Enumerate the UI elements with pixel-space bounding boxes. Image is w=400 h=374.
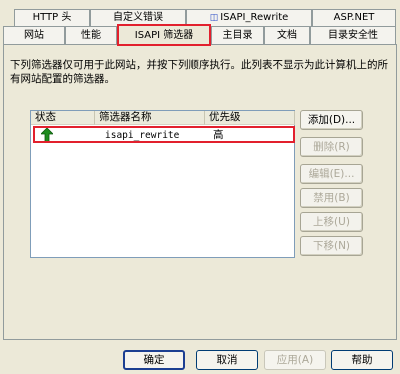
tab-label: ISAPI 筛选器: [134, 30, 194, 41]
column-priority[interactable]: 优先级: [205, 111, 295, 125]
tab-isapi-filters[interactable]: ISAPI 筛选器: [117, 24, 211, 46]
filters-list[interactable]: 状态 筛选器名称 优先级 isapi_rewrite 高: [30, 110, 295, 258]
table-row[interactable]: [33, 126, 295, 143]
move-down-button[interactable]: 下移(N): [300, 236, 363, 256]
tab-label: 自定义错误: [113, 12, 163, 23]
edit-filter-button[interactable]: 编辑(E)...: [300, 164, 363, 184]
tab-label: 文档: [277, 30, 297, 41]
list-header: 状态 筛选器名称 优先级: [31, 111, 295, 125]
tab-label: HTTP 头: [32, 12, 72, 23]
move-up-button[interactable]: 上移(U): [300, 212, 363, 232]
column-status[interactable]: 状态: [31, 111, 95, 125]
tab-performance[interactable]: 性能: [65, 26, 117, 44]
tab-label: 目录安全性: [328, 30, 378, 41]
tab-http-headers[interactable]: HTTP 头: [14, 9, 90, 26]
add-filter-button[interactable]: 添加(D)...: [300, 110, 363, 130]
tab-documents[interactable]: 文档: [264, 26, 310, 44]
tab-label: 性能: [81, 30, 101, 41]
tab-label: ASP.NET: [333, 12, 375, 23]
tab-website[interactable]: 网站: [3, 26, 65, 44]
filters-description: 下列筛选器仅可用于此网站，并按下列顺序执行。此列表不显示为此计算机上的所有网站配…: [10, 59, 388, 85]
apply-button[interactable]: 应用(A): [264, 350, 326, 370]
remove-filter-button[interactable]: 删除(R): [300, 137, 363, 157]
help-button[interactable]: 帮助: [331, 350, 393, 370]
tab-label: 网站: [24, 30, 44, 41]
ok-button[interactable]: 确定: [123, 350, 185, 370]
tab-label: 主目录: [222, 30, 253, 41]
tab-directory-security[interactable]: 目录安全性: [310, 26, 396, 44]
disable-filter-button[interactable]: 禁用(B): [300, 188, 363, 208]
tab-label: ISAPI_Rewrite: [220, 12, 289, 23]
cancel-button[interactable]: 取消: [196, 350, 258, 370]
tab-aspnet[interactable]: ASP.NET: [312, 9, 396, 26]
column-filter-name[interactable]: 筛选器名称: [95, 111, 205, 125]
tab-home-directory[interactable]: 主目录: [211, 26, 264, 44]
